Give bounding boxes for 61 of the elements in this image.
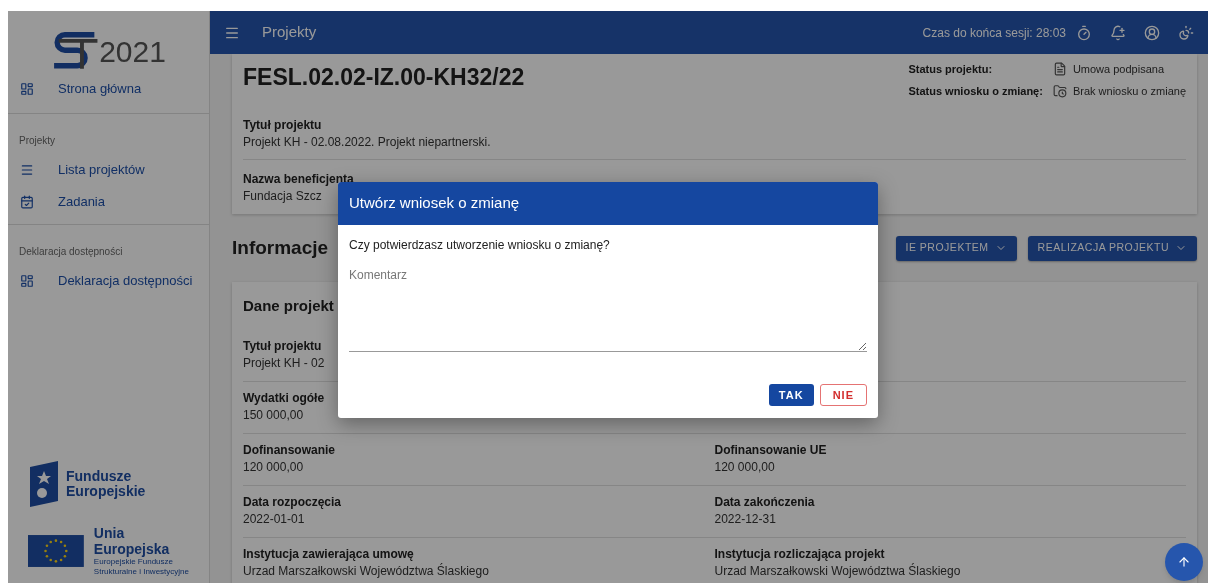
status-value: Brak wniosku o zmianę	[1072, 84, 1186, 99]
sidebar-item[interactable]: Lista projektów	[8, 154, 209, 186]
status-label: Status wniosku o zmianę:	[908, 84, 1043, 99]
menu-button[interactable]: IE PROJEKTEM	[895, 235, 1017, 261]
field-value: 120 000,00	[243, 459, 304, 476]
arrow-up-icon	[1177, 555, 1191, 569]
calendar-check-icon	[20, 195, 34, 209]
dialog-question: Czy potwierdzasz utworzenie wniosku o zmianę?	[349, 237, 611, 254]
field-label: Dofinansowanie	[243, 442, 335, 458]
field-value: Urzad Marszałkowski Województwa Ślaskiego	[714, 562, 961, 580]
eu-logo-title: Unia Europejska	[93, 525, 171, 557]
app-bar-title: Projekty	[262, 22, 317, 43]
field-value: Projekt KH - 02	[243, 355, 325, 372]
dialog-title: Utwórz wniosek o zmianę	[349, 193, 520, 214]
dashboard-icon	[20, 274, 34, 288]
dashboard-icon	[20, 82, 34, 96]
timer-icon[interactable]	[1076, 24, 1092, 41]
field-label: Data zakończenia	[714, 494, 815, 510]
comment-field[interactable]: Komentarz	[349, 266, 867, 352]
account-icon[interactable]	[1144, 24, 1160, 41]
section-heading: Informacje	[232, 235, 329, 260]
field-value: 2022-12-31	[714, 511, 776, 528]
section-title: Projekty	[18, 133, 57, 148]
field-value: 150 000,00	[243, 407, 304, 424]
field-label: Wydatki ogółe	[243, 390, 325, 406]
menu-button[interactable]: REALIZACJA PROJEKTU	[1027, 235, 1197, 261]
funds-logo-icon	[28, 461, 60, 507]
logo-drawing	[51, 31, 100, 71]
project-number: FESL.02.02-IZ.00-KH32/22	[243, 63, 525, 92]
card-heading: Dane projekt	[243, 295, 334, 316]
field-label: Instytucja zawierająca umowę	[243, 546, 414, 562]
eu-logo-subtitle: Strukturalne i Inwestycyjne	[93, 567, 189, 577]
document-icon	[1052, 62, 1067, 76]
field-label: Instytucja rozliczająca projekt	[714, 546, 885, 562]
funds-logo-text: Fundusze	[66, 469, 133, 484]
field-value: 2022-01-01	[243, 511, 305, 528]
field-value: Fundacja Szcz	[243, 188, 322, 205]
bell-plus-icon[interactable]	[1110, 24, 1126, 41]
eu-logo-subtitle: Europejskie Fundusze	[93, 557, 174, 567]
sidebar-item[interactable]: Zadania	[8, 186, 209, 218]
field-label: Tytuł projektu	[243, 338, 322, 354]
field-value: 120 000,00	[714, 459, 775, 476]
status-value: Umowa podpisana	[1072, 62, 1164, 77]
menu-icon	[20, 163, 34, 177]
logo-year: 2021	[99, 37, 166, 67]
field-label: Nazwa beneficjenta	[243, 171, 354, 187]
field-label: Data rozpoczęcia	[243, 494, 342, 510]
theme-icon[interactable]	[1178, 24, 1194, 41]
field-label: Dofinansowanie UE	[714, 442, 827, 458]
session-timer: Czas do końca sesji: 28:03	[922, 24, 1066, 42]
field-value: Urzad Marszałkowski Województwa Ślaskiego	[243, 562, 489, 580]
funds-logo-text: Europejskie	[66, 484, 146, 499]
confirm-button[interactable]: TAK	[768, 384, 814, 406]
section-title: Deklaracja dostępności	[18, 244, 124, 259]
field-value: Projekt KH - 02.08.2022. Projekt niepartnerski.	[243, 134, 491, 151]
cancel-button[interactable]: NIE	[819, 384, 867, 406]
sidebar-item[interactable]: Strona główna	[8, 73, 209, 105]
sidebar-item[interactable]: Deklaracja dostępności	[8, 265, 209, 297]
folder-clock-icon	[1052, 84, 1067, 98]
field-label: Tytuł projektu	[243, 117, 322, 133]
status-label: Status projektu:	[908, 62, 994, 77]
